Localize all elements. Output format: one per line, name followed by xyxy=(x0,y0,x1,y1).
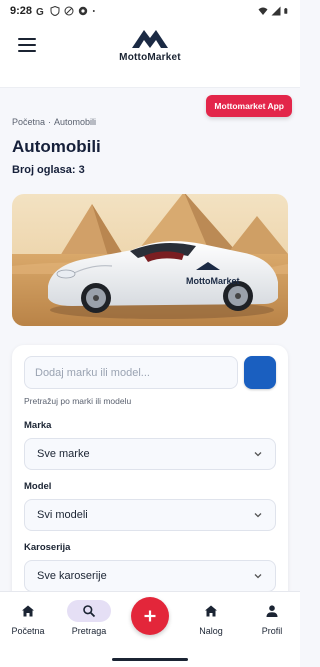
person-icon xyxy=(266,605,278,617)
logo-mountain-icon xyxy=(132,30,168,48)
svg-text:G: G xyxy=(36,7,44,16)
home-icon xyxy=(205,605,217,617)
breadcrumb: Početna · Automobili xyxy=(12,117,96,127)
car-door-logo-text: MottoMarket xyxy=(186,276,240,286)
chevron-down-icon xyxy=(254,452,262,457)
page-title: Automobili xyxy=(12,137,101,156)
nav-icon-wrap xyxy=(6,600,50,622)
nav-item-search[interactable]: Pretraga xyxy=(61,600,117,636)
wifi-icon xyxy=(258,7,268,15)
hero-image: MottoMarket xyxy=(12,194,288,326)
breadcrumb-separator: · xyxy=(48,117,52,127)
dot-icon xyxy=(92,10,95,12)
chevron-down-icon xyxy=(254,574,262,579)
signal-icon xyxy=(271,6,281,16)
soccer-icon xyxy=(78,6,88,16)
body-type-label: Karoserija xyxy=(24,542,71,553)
model-label: Model xyxy=(24,481,52,492)
plus-icon xyxy=(144,610,156,622)
mottomarket-app-button[interactable]: Mottomarket App xyxy=(206,95,292,117)
nav-item-home[interactable]: Početna xyxy=(0,600,56,636)
search-button[interactable] xyxy=(244,356,276,389)
nav-icon-wrap xyxy=(67,600,111,622)
bottom-nav: Početna Pretraga Nalog Profil xyxy=(0,591,300,667)
filter-card: Pretražuj po marki ili modelu Marka Sve … xyxy=(12,345,288,605)
nav-icon-wrap xyxy=(250,600,294,622)
nav-label: Početna xyxy=(11,626,45,636)
nav-icon-wrap xyxy=(189,600,233,622)
home-icon xyxy=(22,605,34,617)
nav-item-account[interactable]: Nalog xyxy=(183,600,239,636)
model-select[interactable]: Svi modeli xyxy=(24,499,276,531)
add-listing-button[interactable] xyxy=(131,597,169,635)
nav-label: Pretraga xyxy=(71,626,107,636)
status-time: 9:28 xyxy=(10,5,33,17)
body-type-select[interactable]: Sve karoserije xyxy=(24,560,276,592)
search-hint: Pretražuj po marki ili modelu xyxy=(24,396,132,406)
brand-select-value: Sve marke xyxy=(37,448,90,460)
nav-label: Profil xyxy=(261,626,283,636)
nav-label: Nalog xyxy=(199,626,223,636)
google-icon: G xyxy=(36,7,44,16)
chevron-down-icon xyxy=(254,513,262,518)
search-icon xyxy=(83,605,96,618)
hero-banner: MottoMarket xyxy=(12,194,288,326)
breadcrumb-current: Automobili xyxy=(54,117,97,127)
search-input[interactable] xyxy=(24,356,238,389)
brand-name: MottoMarket xyxy=(119,52,181,63)
system-home-indicator[interactable] xyxy=(112,658,188,661)
model-select-value: Svi modeli xyxy=(37,509,88,521)
brand-logo[interactable]: MottoMarket xyxy=(0,26,300,63)
battery-icon xyxy=(284,8,288,14)
vpn-icon xyxy=(64,6,74,16)
brand-label: Marka xyxy=(24,420,52,431)
status-bar: 9:28 G xyxy=(0,0,300,22)
body-type-select-value: Sve karoserije xyxy=(37,570,107,582)
breadcrumb-home-link[interactable]: Početna xyxy=(12,117,45,127)
app-header: MottoMarket xyxy=(0,22,300,88)
listing-count: Broj oglasa: 3 xyxy=(12,164,85,176)
shield-icon xyxy=(50,6,60,16)
nav-item-profile[interactable]: Profil xyxy=(244,600,300,636)
brand-select[interactable]: Sve marke xyxy=(24,438,276,470)
